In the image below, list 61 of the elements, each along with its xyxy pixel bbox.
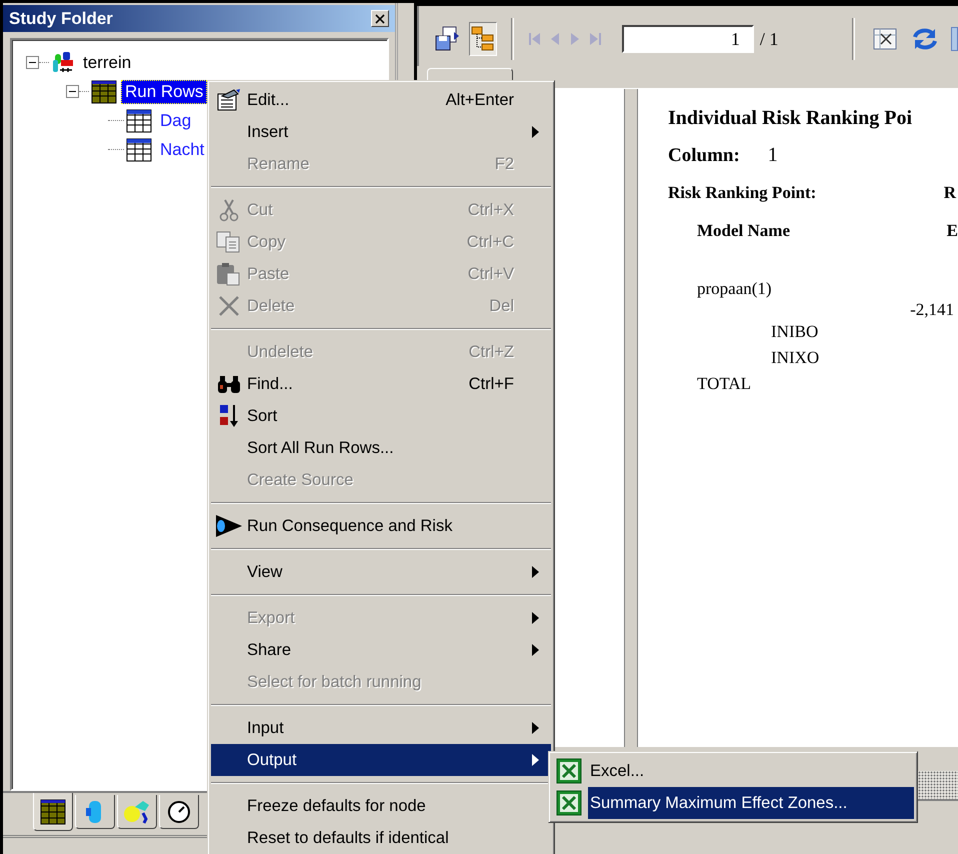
scroll-bar[interactable] [918, 771, 958, 799]
report-title: Individual Risk Ranking Poi [668, 107, 913, 130]
binoculars-icon [216, 374, 242, 394]
collapse-toggle[interactable] [66, 85, 79, 98]
panel-title: Study Folder [9, 8, 113, 28]
menu-item[interactable]: Edit... Alt+Enter [211, 84, 551, 116]
table-icon [91, 78, 117, 104]
menu-item[interactable]: View [211, 556, 551, 588]
tree-item[interactable]: Dag [156, 108, 196, 132]
copy-icon [216, 231, 242, 253]
model-name: propaan(1) [697, 279, 773, 300]
tree-item[interactable]: Run Rows [121, 80, 208, 104]
table-icon [40, 798, 66, 824]
scissors-icon [219, 198, 239, 222]
panel-tab[interactable] [75, 795, 115, 829]
leak-icon [123, 798, 151, 824]
column-label: Column: [668, 145, 740, 167]
model-name: INIXO [771, 348, 820, 369]
column-header: Model Name [697, 221, 790, 241]
model-name: TOTAL [697, 374, 752, 395]
tree-item[interactable]: Nacht [156, 138, 208, 162]
close-button[interactable] [371, 10, 389, 27]
menu-item[interactable]: Find... Ctrl+F [211, 368, 551, 400]
menu-item[interactable]: Freeze defaults for node [211, 790, 551, 822]
panel-tab[interactable] [159, 795, 199, 829]
close-report-icon[interactable] [873, 28, 898, 50]
close-icon [375, 14, 385, 24]
tree-item[interactable]: terrein [79, 50, 136, 74]
panel-tab[interactable] [117, 795, 157, 829]
column-header: E [946, 221, 958, 241]
model-name: INIBO [771, 322, 820, 343]
menu-item[interactable]: Sort All Run Rows... [211, 432, 551, 464]
table-icon [126, 108, 152, 134]
clipboard-icon [216, 262, 242, 286]
delete-icon [218, 295, 240, 317]
sort-icon [218, 403, 240, 429]
menu-item[interactable]: Share [211, 634, 551, 666]
risk-value: -2,141 [909, 300, 955, 321]
field-label: Risk Ranking Point: [668, 183, 816, 203]
menu-item[interactable]: Insert [211, 116, 551, 148]
menu-item[interactable]: Excel... [552, 755, 914, 787]
page-number-field[interactable]: 1 [622, 25, 754, 53]
run-icon [215, 514, 243, 538]
field-value: R [944, 183, 956, 203]
spreadsheet-icon [556, 758, 582, 784]
menu-item[interactable]: Sort [211, 400, 551, 432]
menu-item[interactable]: Reset to defaults if identical [211, 822, 551, 854]
panel-tab[interactable] [33, 793, 73, 831]
column-value: 1 [768, 144, 778, 167]
page-total: / 1 [760, 28, 778, 50]
spreadsheet-icon [556, 790, 582, 816]
refresh-icon[interactable] [911, 27, 940, 51]
collapse-toggle[interactable] [26, 56, 39, 69]
tree-view-button[interactable] [469, 22, 497, 56]
menu-item[interactable]: Input [211, 712, 551, 744]
menu-item[interactable]: Run Consequence and Risk [211, 510, 551, 542]
gauge-icon [167, 800, 191, 824]
menu-item[interactable]: Output [211, 744, 551, 776]
table-icon [126, 136, 152, 162]
pane-splitter[interactable] [624, 89, 638, 747]
form-icon [216, 88, 242, 112]
